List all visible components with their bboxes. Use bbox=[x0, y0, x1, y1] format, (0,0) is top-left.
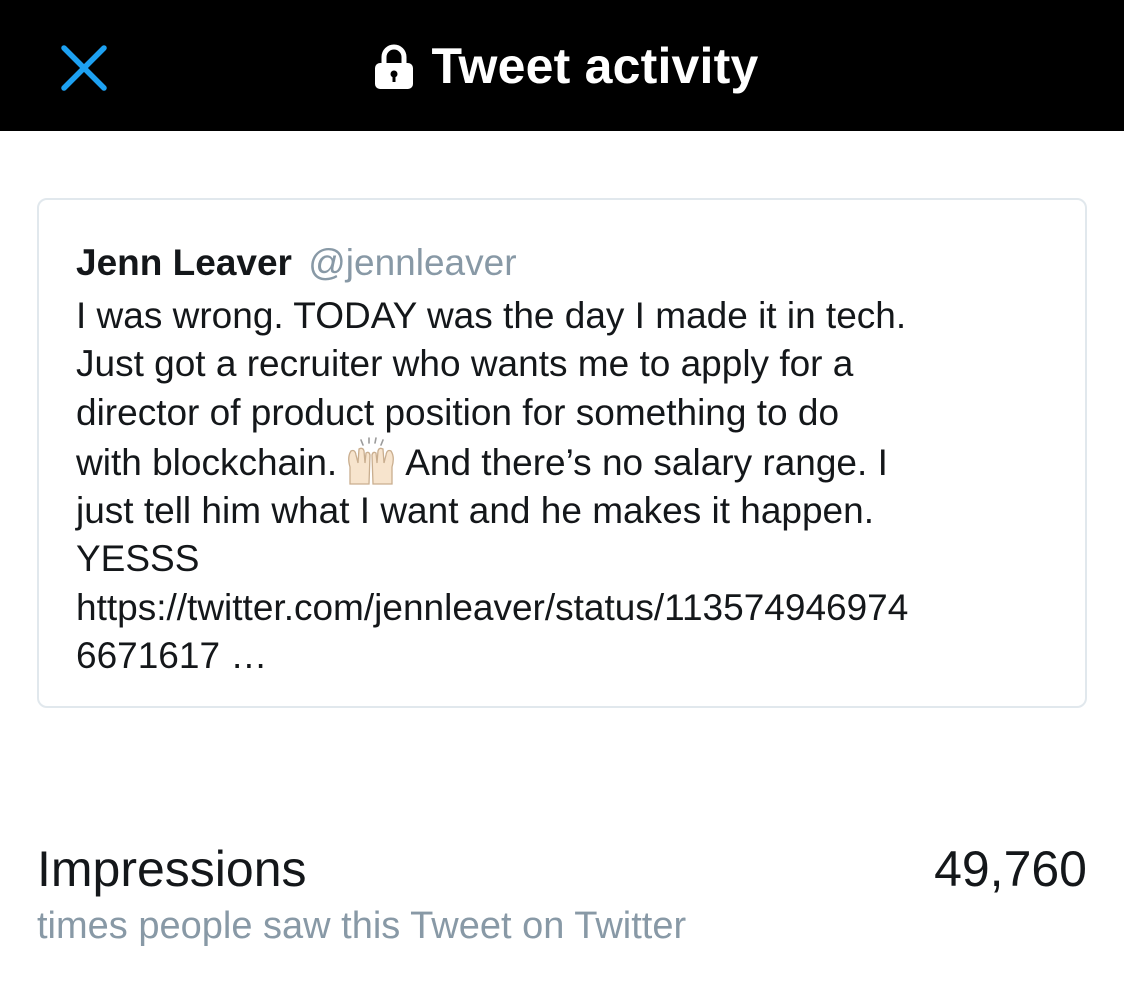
tweet-line: with blockchain. And there’s no salary r… bbox=[76, 437, 1066, 487]
tweet-link[interactable]: https://twitter.com/jennleaver/status/11… bbox=[76, 584, 1066, 632]
tweet-line-part: with blockchain. bbox=[76, 441, 338, 483]
impressions-description: times people saw this Tweet on Twitter bbox=[37, 905, 687, 947]
tweet-text: I was wrong. TODAY was the day I made it… bbox=[76, 292, 1066, 680]
top-bar: Tweet activity bbox=[0, 0, 1124, 131]
tweet-line: YESSS bbox=[76, 538, 200, 580]
lock-icon bbox=[374, 44, 413, 89]
tweet-line: just tell him what I want and he makes i… bbox=[76, 490, 874, 532]
tweet-line-part: And there’s no salary range. I bbox=[405, 441, 888, 483]
tweet-line: Just got a recruiter who wants me to app… bbox=[76, 343, 854, 385]
page-title: Tweet activity bbox=[431, 37, 759, 94]
impressions-label: Impressions bbox=[37, 841, 307, 897]
impressions-value: 49,760 bbox=[934, 841, 1087, 897]
tweet-line: I was wrong. TODAY was the day I made it… bbox=[76, 295, 907, 336]
tweet-line: director of product position for somethi… bbox=[76, 391, 840, 433]
tweet-card[interactable]: Jenn Leaver @jennleaver I was wrong. TOD… bbox=[37, 198, 1087, 708]
author-name[interactable]: Jenn Leaver bbox=[76, 242, 292, 283]
header-title-group: Tweet activity bbox=[0, 0, 1124, 131]
raising-hands-emoji-icon bbox=[348, 437, 395, 485]
author-handle[interactable]: @jennleaver bbox=[308, 242, 516, 283]
tweet-link[interactable]: 6671617 … bbox=[76, 632, 1066, 680]
tweet-author: Jenn Leaver @jennleaver bbox=[76, 240, 517, 286]
